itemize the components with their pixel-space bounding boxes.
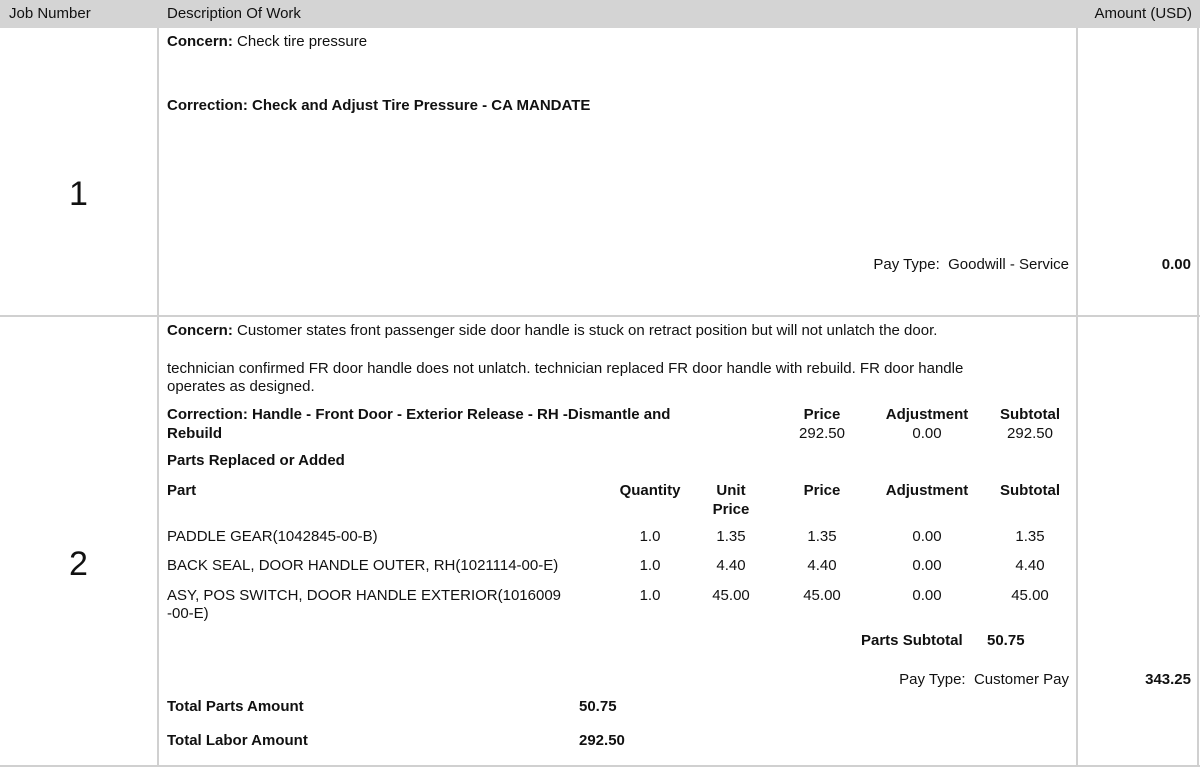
job2-correction-line1: Correction: Handle - Front Door - Exteri… bbox=[167, 406, 671, 423]
parts-header-subtotal: Subtotal bbox=[1000, 482, 1060, 499]
job2-concern: Concern: Customer states front passenger… bbox=[167, 322, 937, 339]
labor-header-subtotal: Subtotal bbox=[1000, 406, 1060, 423]
job1-amount: 0.00 bbox=[1161, 256, 1191, 273]
concern-label: Concern: bbox=[167, 33, 233, 50]
total-parts-value: 50.75 bbox=[579, 698, 617, 715]
job1-pay-type: Pay Type: Goodwill - Service bbox=[873, 256, 1069, 273]
part-name: PADDLE GEAR(1042845-00-B) bbox=[167, 528, 378, 545]
parts-header-adjustment: Adjustment bbox=[885, 482, 969, 499]
job2-tech-note-line1: technician confirmed FR door handle does… bbox=[167, 360, 964, 377]
parts-title: Parts Replaced or Added bbox=[167, 452, 345, 469]
column-divider-right bbox=[1076, 28, 1078, 767]
part-unit-price: 45.00 bbox=[712, 587, 750, 604]
parts-header-quantity: Quantity bbox=[619, 482, 681, 499]
labor-adjustment: 0.00 bbox=[912, 425, 942, 442]
job-number-2: 2 bbox=[69, 545, 88, 583]
part-name-cont: -00-E) bbox=[167, 605, 209, 622]
part-adjustment: 0.00 bbox=[912, 587, 942, 604]
part-name: ASY, POS SWITCH, DOOR HANDLE EXTERIOR(10… bbox=[167, 587, 562, 604]
part-price: 1.35 bbox=[807, 528, 837, 545]
part-qty: 1.0 bbox=[639, 528, 661, 545]
parts-header-unit-price-2: Price bbox=[712, 501, 750, 518]
total-labor-value: 292.50 bbox=[579, 732, 625, 749]
pay-type-value: Goodwill - Service bbox=[948, 256, 1069, 273]
labor-header-price: Price bbox=[803, 406, 841, 423]
concern-text: Check tire pressure bbox=[237, 33, 368, 50]
header-amount: Amount (USD) bbox=[1094, 5, 1192, 22]
parts-header-unit-price-1: Unit bbox=[716, 482, 746, 499]
part-price: 45.00 bbox=[803, 587, 841, 604]
job-number-1: 1 bbox=[69, 175, 88, 213]
pay-type-label: Pay Type: bbox=[899, 671, 966, 688]
part-subtotal: 4.40 bbox=[1015, 557, 1045, 574]
job2-correction-line2: Rebuild bbox=[167, 425, 222, 442]
job2-tech-note-line2: operates as designed. bbox=[167, 378, 315, 395]
total-labor-label: Total Labor Amount bbox=[167, 732, 308, 749]
labor-price: 292.50 bbox=[799, 425, 845, 442]
header-job-number: Job Number bbox=[9, 5, 91, 22]
job2-pay-type: Pay Type: Customer Pay bbox=[899, 671, 1069, 688]
part-qty: 1.0 bbox=[639, 557, 661, 574]
concern-label: Concern: bbox=[167, 322, 233, 339]
job2-amount: 343.25 bbox=[1145, 671, 1191, 688]
part-unit-price: 4.40 bbox=[716, 557, 746, 574]
pay-type-label: Pay Type: bbox=[873, 256, 940, 273]
part-name: BACK SEAL, DOOR HANDLE OUTER, RH(1021114… bbox=[167, 557, 559, 574]
part-adjustment: 0.00 bbox=[912, 557, 942, 574]
parts-subtotal-value: 50.75 bbox=[987, 632, 1025, 649]
column-divider-left bbox=[157, 28, 159, 767]
row-divider bbox=[0, 315, 1200, 317]
part-unit-price: 1.35 bbox=[716, 528, 746, 545]
job1-correction: Correction: Check and Adjust Tire Pressu… bbox=[167, 97, 591, 114]
part-adjustment: 0.00 bbox=[912, 528, 942, 545]
pay-type-value: Customer Pay bbox=[973, 671, 1069, 688]
parts-header-part: Part bbox=[167, 482, 197, 499]
total-parts-label: Total Parts Amount bbox=[167, 698, 304, 715]
concern-text: Customer states front passenger side doo… bbox=[237, 322, 938, 339]
labor-header-adjustment: Adjustment bbox=[885, 406, 969, 423]
column-divider-edge bbox=[1197, 28, 1199, 767]
header-description: Description Of Work bbox=[167, 5, 301, 22]
part-subtotal: 45.00 bbox=[1011, 587, 1049, 604]
part-qty: 1.0 bbox=[639, 587, 661, 604]
parts-subtotal-label: Parts Subtotal bbox=[861, 632, 963, 649]
job1-concern: Concern: Check tire pressure bbox=[167, 33, 367, 50]
labor-subtotal: 292.50 bbox=[1007, 425, 1053, 442]
parts-header-price: Price bbox=[803, 482, 841, 499]
part-subtotal: 1.35 bbox=[1015, 528, 1045, 545]
part-price: 4.40 bbox=[807, 557, 837, 574]
